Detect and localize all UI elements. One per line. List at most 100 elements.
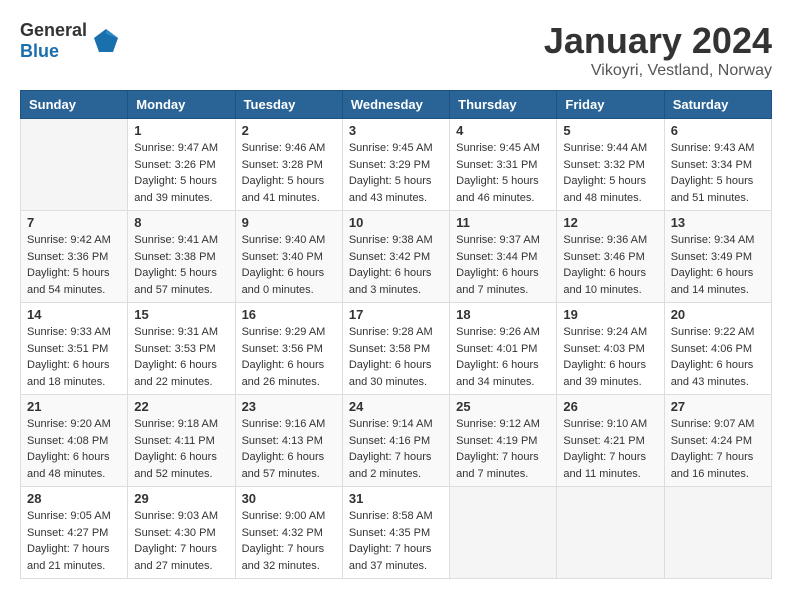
day-info: Sunrise: 9:42 AM Sunset: 3:36 PM Dayligh… bbox=[27, 232, 121, 298]
day-info: Sunrise: 9:03 AM Sunset: 4:30 PM Dayligh… bbox=[134, 508, 228, 574]
day-info: Sunrise: 9:26 AM Sunset: 4:01 PM Dayligh… bbox=[456, 324, 550, 390]
day-info: Sunrise: 9:44 AM Sunset: 3:32 PM Dayligh… bbox=[563, 140, 657, 206]
calendar-cell: 25 Sunrise: 9:12 AM Sunset: 4:19 PM Dayli… bbox=[450, 395, 557, 487]
day-number: 27 bbox=[671, 399, 765, 414]
day-info: Sunrise: 9:07 AM Sunset: 4:24 PM Dayligh… bbox=[671, 416, 765, 482]
calendar-header-row: SundayMondayTuesdayWednesdayThursdayFrid… bbox=[21, 91, 772, 119]
calendar-cell: 2 Sunrise: 9:46 AM Sunset: 3:28 PM Daylig… bbox=[235, 119, 342, 211]
calendar-cell: 29 Sunrise: 9:03 AM Sunset: 4:30 PM Dayli… bbox=[128, 487, 235, 579]
day-info: Sunrise: 9:41 AM Sunset: 3:38 PM Dayligh… bbox=[134, 232, 228, 298]
day-info: Sunrise: 9:31 AM Sunset: 3:53 PM Dayligh… bbox=[134, 324, 228, 390]
day-number: 3 bbox=[349, 123, 443, 138]
calendar-row: 21 Sunrise: 9:20 AM Sunset: 4:08 PM Dayli… bbox=[21, 395, 772, 487]
logo-general: General bbox=[20, 20, 87, 40]
day-info: Sunrise: 9:47 AM Sunset: 3:26 PM Dayligh… bbox=[134, 140, 228, 206]
calendar-cell bbox=[557, 487, 664, 579]
day-number: 7 bbox=[27, 215, 121, 230]
calendar-cell: 7 Sunrise: 9:42 AM Sunset: 3:36 PM Daylig… bbox=[21, 211, 128, 303]
calendar-table: SundayMondayTuesdayWednesdayThursdayFrid… bbox=[20, 90, 772, 579]
day-number: 22 bbox=[134, 399, 228, 414]
day-number: 18 bbox=[456, 307, 550, 322]
calendar-row: 7 Sunrise: 9:42 AM Sunset: 3:36 PM Daylig… bbox=[21, 211, 772, 303]
day-info: Sunrise: 8:58 AM Sunset: 4:35 PM Dayligh… bbox=[349, 508, 443, 574]
day-info: Sunrise: 9:37 AM Sunset: 3:44 PM Dayligh… bbox=[456, 232, 550, 298]
day-info: Sunrise: 9:40 AM Sunset: 3:40 PM Dayligh… bbox=[242, 232, 336, 298]
day-number: 26 bbox=[563, 399, 657, 414]
calendar-cell: 30Sunrise: 9:00 AM Sunset: 4:32 PM Dayli… bbox=[235, 487, 342, 579]
calendar-cell: 4 Sunrise: 9:45 AM Sunset: 3:31 PM Daylig… bbox=[450, 119, 557, 211]
day-info: Sunrise: 9:34 AM Sunset: 3:49 PM Dayligh… bbox=[671, 232, 765, 298]
day-number: 4 bbox=[456, 123, 550, 138]
day-number: 19 bbox=[563, 307, 657, 322]
calendar-cell: 10Sunrise: 9:38 AM Sunset: 3:42 PM Dayli… bbox=[342, 211, 449, 303]
day-info: Sunrise: 9:22 AM Sunset: 4:06 PM Dayligh… bbox=[671, 324, 765, 390]
day-number: 20 bbox=[671, 307, 765, 322]
calendar-header-wednesday: Wednesday bbox=[342, 91, 449, 119]
calendar-cell: 11Sunrise: 9:37 AM Sunset: 3:44 PM Dayli… bbox=[450, 211, 557, 303]
day-number: 21 bbox=[27, 399, 121, 414]
day-number: 17 bbox=[349, 307, 443, 322]
day-info: Sunrise: 9:45 AM Sunset: 3:29 PM Dayligh… bbox=[349, 140, 443, 206]
logo: General Blue bbox=[20, 20, 121, 62]
day-number: 28 bbox=[27, 491, 121, 506]
calendar-row: 14Sunrise: 9:33 AM Sunset: 3:51 PM Dayli… bbox=[21, 303, 772, 395]
calendar-cell: 15 Sunrise: 9:31 AM Sunset: 3:53 PM Dayli… bbox=[128, 303, 235, 395]
logo-blue: Blue bbox=[20, 41, 59, 61]
day-number: 12 bbox=[563, 215, 657, 230]
day-number: 29 bbox=[134, 491, 228, 506]
calendar-cell: 18 Sunrise: 9:26 AM Sunset: 4:01 PM Dayli… bbox=[450, 303, 557, 395]
calendar-header-sunday: Sunday bbox=[21, 91, 128, 119]
day-number: 24 bbox=[349, 399, 443, 414]
day-number: 5 bbox=[563, 123, 657, 138]
calendar-cell: 8Sunrise: 9:41 AM Sunset: 3:38 PM Daylig… bbox=[128, 211, 235, 303]
day-info: Sunrise: 9:10 AM Sunset: 4:21 PM Dayligh… bbox=[563, 416, 657, 482]
day-info: Sunrise: 9:46 AM Sunset: 3:28 PM Dayligh… bbox=[242, 140, 336, 206]
day-number: 16 bbox=[242, 307, 336, 322]
day-number: 23 bbox=[242, 399, 336, 414]
day-info: Sunrise: 9:14 AM Sunset: 4:16 PM Dayligh… bbox=[349, 416, 443, 482]
day-info: Sunrise: 9:33 AM Sunset: 3:51 PM Dayligh… bbox=[27, 324, 121, 390]
calendar-cell: 12Sunrise: 9:36 AM Sunset: 3:46 PM Dayli… bbox=[557, 211, 664, 303]
calendar-cell bbox=[450, 487, 557, 579]
calendar-cell: 3 Sunrise: 9:45 AM Sunset: 3:29 PM Daylig… bbox=[342, 119, 449, 211]
day-number: 6 bbox=[671, 123, 765, 138]
day-number: 13 bbox=[671, 215, 765, 230]
day-info: Sunrise: 9:28 AM Sunset: 3:58 PM Dayligh… bbox=[349, 324, 443, 390]
calendar-cell: 17 Sunrise: 9:28 AM Sunset: 3:58 PM Dayli… bbox=[342, 303, 449, 395]
day-number: 15 bbox=[134, 307, 228, 322]
day-number: 25 bbox=[456, 399, 550, 414]
calendar-cell: 23 Sunrise: 9:16 AM Sunset: 4:13 PM Dayli… bbox=[235, 395, 342, 487]
logo-text: General Blue bbox=[20, 20, 87, 62]
calendar-row: 1Sunrise: 9:47 AM Sunset: 3:26 PM Daylig… bbox=[21, 119, 772, 211]
logo-icon bbox=[91, 26, 121, 56]
calendar-cell: 22 Sunrise: 9:18 AM Sunset: 4:11 PM Dayli… bbox=[128, 395, 235, 487]
day-info: Sunrise: 9:29 AM Sunset: 3:56 PM Dayligh… bbox=[242, 324, 336, 390]
calendar-header-tuesday: Tuesday bbox=[235, 91, 342, 119]
day-info: Sunrise: 9:20 AM Sunset: 4:08 PM Dayligh… bbox=[27, 416, 121, 482]
calendar-cell: 21 Sunrise: 9:20 AM Sunset: 4:08 PM Dayli… bbox=[21, 395, 128, 487]
calendar-cell bbox=[21, 119, 128, 211]
day-info: Sunrise: 9:18 AM Sunset: 4:11 PM Dayligh… bbox=[134, 416, 228, 482]
calendar-cell: 24 Sunrise: 9:14 AM Sunset: 4:16 PM Dayli… bbox=[342, 395, 449, 487]
calendar-cell: 26 Sunrise: 9:10 AM Sunset: 4:21 PM Dayli… bbox=[557, 395, 664, 487]
calendar-cell: 16 Sunrise: 9:29 AM Sunset: 3:56 PM Dayli… bbox=[235, 303, 342, 395]
calendar-cell: 1Sunrise: 9:47 AM Sunset: 3:26 PM Daylig… bbox=[128, 119, 235, 211]
calendar-header-monday: Monday bbox=[128, 91, 235, 119]
calendar-cell: 6 Sunrise: 9:43 AM Sunset: 3:34 PM Daylig… bbox=[664, 119, 771, 211]
calendar-cell: 9Sunrise: 9:40 AM Sunset: 3:40 PM Daylig… bbox=[235, 211, 342, 303]
day-info: Sunrise: 9:45 AM Sunset: 3:31 PM Dayligh… bbox=[456, 140, 550, 206]
day-number: 31 bbox=[349, 491, 443, 506]
day-info: Sunrise: 9:16 AM Sunset: 4:13 PM Dayligh… bbox=[242, 416, 336, 482]
calendar-cell: 5 Sunrise: 9:44 AM Sunset: 3:32 PM Daylig… bbox=[557, 119, 664, 211]
day-info: Sunrise: 9:05 AM Sunset: 4:27 PM Dayligh… bbox=[27, 508, 121, 574]
day-info: Sunrise: 9:12 AM Sunset: 4:19 PM Dayligh… bbox=[456, 416, 550, 482]
calendar-header-saturday: Saturday bbox=[664, 91, 771, 119]
day-number: 2 bbox=[242, 123, 336, 138]
day-info: Sunrise: 9:43 AM Sunset: 3:34 PM Dayligh… bbox=[671, 140, 765, 206]
header: General Blue January 2024 Vikoyri, Vestl… bbox=[20, 20, 772, 80]
day-number: 10 bbox=[349, 215, 443, 230]
calendar-cell: 27 Sunrise: 9:07 AM Sunset: 4:24 PM Dayli… bbox=[664, 395, 771, 487]
title-area: January 2024 Vikoyri, Vestland, Norway bbox=[544, 20, 772, 80]
day-number: 30 bbox=[242, 491, 336, 506]
calendar-cell: 19Sunrise: 9:24 AM Sunset: 4:03 PM Dayli… bbox=[557, 303, 664, 395]
